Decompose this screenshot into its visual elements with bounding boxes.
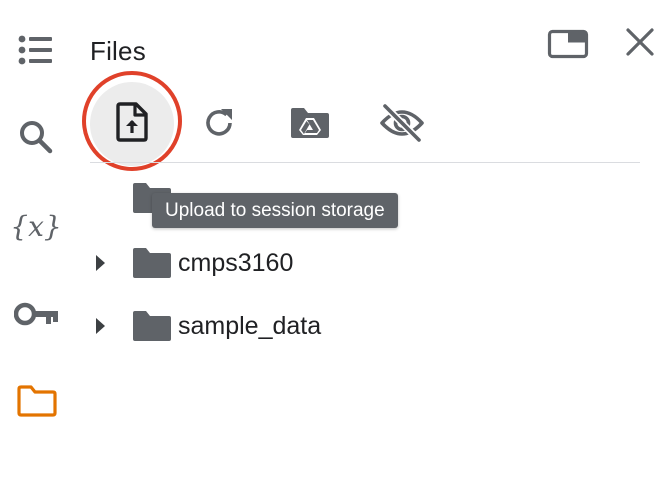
- sidebar-item-secrets[interactable]: [10, 296, 64, 336]
- tree-caret-spacer: [86, 178, 114, 218]
- toggle-hidden-files-button[interactable]: [374, 100, 430, 150]
- expand-caret-icon[interactable]: [86, 243, 114, 283]
- hide-hidden-files-icon: [378, 103, 426, 148]
- upload-tooltip: Upload to session storage: [152, 193, 398, 228]
- variables-icon: {x}: [10, 209, 62, 243]
- search-icon: [17, 118, 55, 161]
- close-button[interactable]: [616, 22, 664, 66]
- mount-drive-icon: [288, 105, 332, 146]
- folder-icon: [130, 306, 174, 346]
- upload-file-icon: [115, 101, 149, 147]
- folder-icon: [130, 243, 174, 283]
- key-icon: [13, 301, 60, 332]
- sidebar-item-search[interactable]: [12, 117, 60, 161]
- mount-drive-button[interactable]: [284, 102, 336, 148]
- open-in-tab-button[interactable]: [540, 24, 596, 68]
- table-of-contents-icon: [16, 34, 56, 71]
- expand-caret-icon[interactable]: [86, 306, 114, 346]
- refresh-button[interactable]: [196, 102, 242, 148]
- sidebar-item-variables[interactable]: {x}: [8, 202, 64, 250]
- panel-title: Files: [90, 36, 146, 66]
- tree-item-label: cmps3160: [178, 248, 294, 277]
- tree-row-cmps3160[interactable]: cmps3160: [86, 243, 293, 283]
- open-in-tab-icon: [547, 28, 589, 65]
- folder-icon: [16, 384, 58, 423]
- refresh-icon: [201, 105, 237, 146]
- toolbar-divider: [90, 162, 640, 163]
- tree-row-sample-data[interactable]: sample_data: [86, 306, 321, 346]
- upload-button[interactable]: [90, 82, 174, 166]
- close-icon: [624, 26, 656, 63]
- sidebar-item-table-of-contents[interactable]: [12, 30, 60, 74]
- tree-item-label: sample_data: [178, 311, 322, 340]
- sidebar-item-files[interactable]: [10, 380, 64, 426]
